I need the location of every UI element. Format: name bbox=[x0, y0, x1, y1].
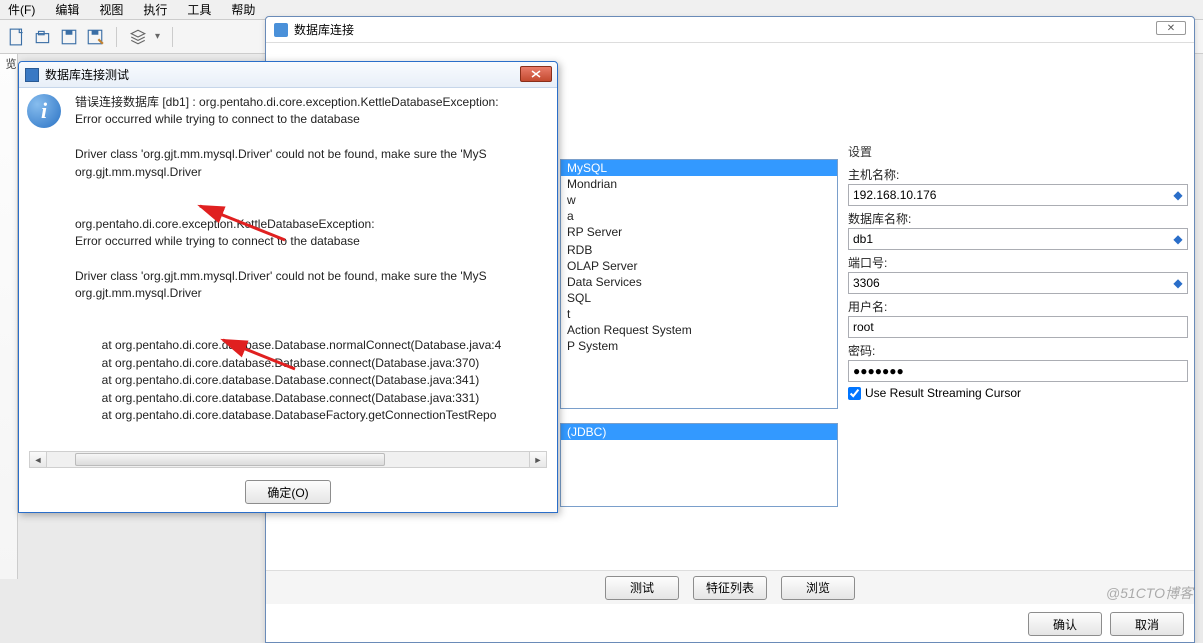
info-icon: i bbox=[27, 94, 67, 468]
dialog-action-row: 测试 特征列表 浏览 bbox=[266, 570, 1194, 604]
scroll-right-icon[interactable]: ► bbox=[529, 452, 546, 467]
type-item[interactable]: Mondrian bbox=[561, 176, 837, 192]
error-app-icon bbox=[25, 68, 39, 82]
ok-button[interactable]: 确认 bbox=[1028, 612, 1102, 636]
close-icon[interactable]: ✕ bbox=[1156, 21, 1186, 35]
annotation-arrow-2 bbox=[215, 334, 305, 384]
scroll-left-icon[interactable]: ◄ bbox=[30, 452, 47, 467]
connection-method-list[interactable]: (JDBC) bbox=[560, 423, 838, 507]
save-as-icon[interactable] bbox=[86, 28, 104, 46]
var-picker-icon[interactable]: ◆ bbox=[1172, 277, 1184, 289]
type-item[interactable]: OLAP Server bbox=[561, 258, 837, 274]
type-item-mysql[interactable]: MySQL bbox=[561, 160, 837, 176]
ok-button[interactable]: 确定(O) bbox=[245, 480, 331, 504]
horizontal-scrollbar[interactable]: ◄ ► bbox=[29, 451, 547, 468]
error-titlebar: 数据库连接测试 bbox=[19, 62, 557, 88]
annotation-arrow-1 bbox=[185, 200, 295, 260]
type-item[interactable]: P System bbox=[561, 338, 837, 354]
streaming-cursor-checkbox[interactable] bbox=[848, 387, 861, 400]
open-icon[interactable] bbox=[34, 28, 52, 46]
toolbar-separator-2 bbox=[172, 27, 173, 47]
type-item[interactable]: Data Services bbox=[561, 274, 837, 290]
menu-edit[interactable]: 编辑 bbox=[47, 0, 87, 20]
save-icon[interactable] bbox=[60, 28, 78, 46]
method-item-jdbc[interactable]: (JDBC) bbox=[561, 424, 837, 440]
type-item[interactable]: Action Request System bbox=[561, 322, 837, 338]
left-panel: 览 bbox=[0, 54, 18, 579]
port-label: 端口号: bbox=[848, 254, 1188, 271]
left-tab-label[interactable]: 览 bbox=[0, 54, 20, 73]
settings-column: 设置 主机名称: ◆ 数据库名称: ◆ 端口号: ◆ 用户名: bbox=[848, 43, 1188, 572]
error-message: 错误连接数据库 [db1] : org.pentaho.di.core.exce… bbox=[75, 94, 549, 468]
type-item[interactable]: w bbox=[561, 192, 837, 208]
error-dialog: 数据库连接测试 i 错误连接数据库 [db1] : org.pentaho.di… bbox=[18, 61, 558, 513]
menu-tools[interactable]: 工具 bbox=[179, 0, 219, 20]
pass-label: 密码: bbox=[848, 342, 1188, 359]
perspective-icon[interactable] bbox=[129, 28, 147, 46]
error-ok-row: 确定(O) bbox=[19, 480, 557, 504]
ok-cancel-row: 确认 取消 bbox=[1028, 612, 1184, 636]
menu-file[interactable]: 件(F) bbox=[0, 0, 43, 20]
var-picker-icon[interactable]: ◆ bbox=[1172, 233, 1184, 245]
user-label: 用户名: bbox=[848, 298, 1188, 315]
connection-type-list[interactable]: MySQL Mondrian w a RP Server RDB OLAP Se… bbox=[560, 159, 838, 409]
menu-view[interactable]: 视图 bbox=[91, 0, 131, 20]
db-window-titlebar: 数据库连接 ✕ bbox=[266, 17, 1194, 43]
db-window-title: 数据库连接 bbox=[294, 21, 354, 38]
connection-type-column: MySQL Mondrian w a RP Server RDB OLAP Se… bbox=[554, 43, 844, 572]
menu-run[interactable]: 执行 bbox=[135, 0, 175, 20]
type-item[interactable]: a bbox=[561, 208, 837, 224]
database-icon bbox=[274, 23, 288, 37]
port-input[interactable] bbox=[848, 272, 1188, 294]
host-label: 主机名称: bbox=[848, 166, 1188, 183]
close-icon[interactable] bbox=[520, 66, 552, 82]
new-file-icon[interactable] bbox=[8, 28, 26, 46]
toolbar-separator bbox=[116, 27, 117, 47]
pass-input[interactable] bbox=[848, 360, 1188, 382]
error-title: 数据库连接测试 bbox=[45, 66, 129, 83]
menu-help[interactable]: 帮助 bbox=[223, 0, 263, 20]
features-button[interactable]: 特征列表 bbox=[693, 576, 767, 600]
watermark: @51CTO博客 bbox=[1106, 583, 1193, 603]
dropdown-chevron-icon[interactable]: ▾ bbox=[155, 31, 160, 42]
type-item[interactable]: t bbox=[561, 306, 837, 322]
type-item[interactable]: RP Server bbox=[561, 224, 837, 240]
user-input[interactable] bbox=[848, 316, 1188, 338]
browse-button[interactable]: 浏览 bbox=[781, 576, 855, 600]
test-button[interactable]: 测试 bbox=[605, 576, 679, 600]
scroll-thumb[interactable] bbox=[75, 453, 385, 466]
dbname-input[interactable] bbox=[848, 228, 1188, 250]
var-picker-icon[interactable]: ◆ bbox=[1172, 189, 1184, 201]
error-body: i 错误连接数据库 [db1] : org.pentaho.di.core.ex… bbox=[19, 88, 557, 468]
streaming-cursor-label: Use Result Streaming Cursor bbox=[865, 386, 1021, 400]
cancel-button[interactable]: 取消 bbox=[1110, 612, 1184, 636]
dbname-label: 数据库名称: bbox=[848, 210, 1188, 227]
settings-label: 设置 bbox=[848, 143, 1188, 160]
host-input[interactable] bbox=[848, 184, 1188, 206]
type-item[interactable]: SQL bbox=[561, 290, 837, 306]
type-item[interactable]: RDB bbox=[561, 242, 837, 258]
